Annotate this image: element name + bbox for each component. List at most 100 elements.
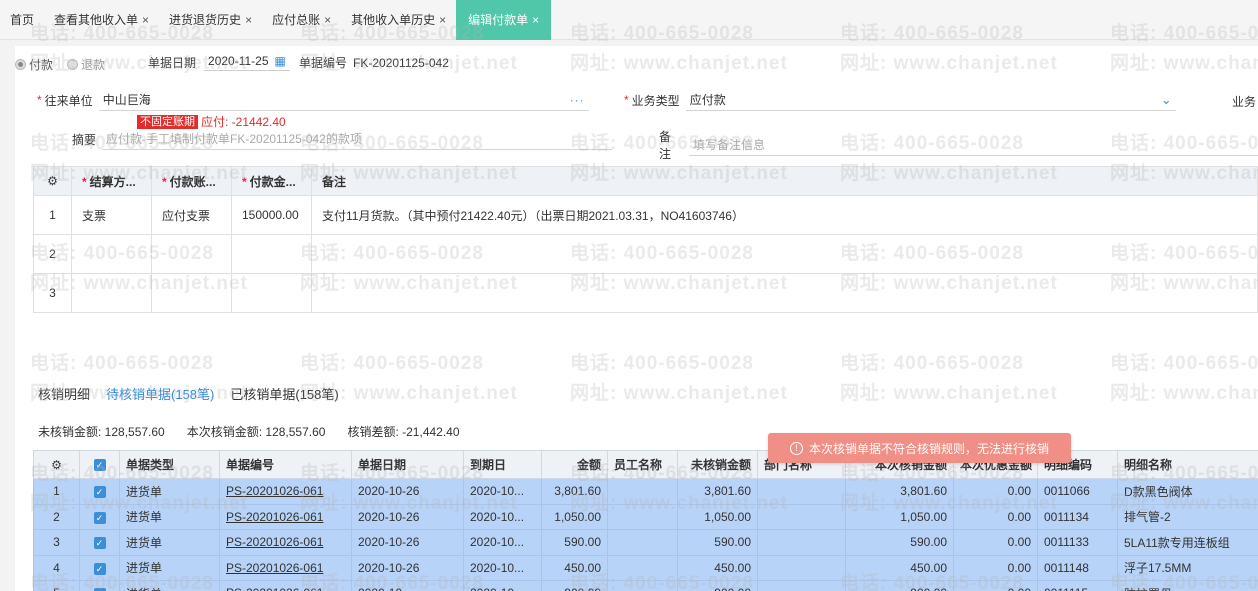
cell-dname: 排气管-2 [1117,503,1258,530]
tab-4[interactable]: 其他收入单历史 × [341,0,456,40]
pending-col-6[interactable]: 未核销金额 [677,450,758,479]
row-number: 2 [33,503,80,530]
tab-0[interactable]: 首页 [0,0,44,40]
row-checkbox[interactable]: ✓ [79,554,120,581]
row-number: 5 [33,580,80,591]
cell-amount: 590.00 [541,529,608,556]
verification-tabs: 核销明细 待核销单据(158笔) 已核销单据(158笔) [38,384,339,403]
pending-col-11[interactable]: 明细名称 [1117,450,1258,479]
remark-input[interactable]: 填写备注信息 [688,134,1258,156]
col-pay-amount[interactable]: * 付款金... [231,166,312,196]
cell-type: 进货单 [119,554,220,581]
row-checkbox[interactable]: ✓ [79,503,120,530]
doc-date-input[interactable]: 2020-11-25 ▦ [204,54,290,71]
close-icon[interactable]: × [245,0,252,40]
close-icon[interactable]: × [324,0,331,40]
biz-extra-label: 业务 [1232,95,1257,109]
cell-date: 2020-10-26 [351,529,464,556]
settlement-cell-account[interactable] [151,273,232,313]
cell-code[interactable]: PS-20201026-061 [219,529,352,556]
table-row[interactable]: 1 ✓ 进货单 PS-20201026-061 2020-10-26 2020-10...… [33,478,1258,505]
remark-placeholder: 填写备注信息 [692,138,765,152]
settlement-cell-amount[interactable] [231,234,312,274]
cell-date: 2020-10-26 [351,503,464,530]
settlement-row[interactable]: 1 支票 应付支票 150000.00 支付11月货款。（其中预付21422.40元）（… [33,195,1258,235]
close-icon[interactable]: × [439,0,446,40]
required-mark: * [37,93,42,107]
cell-dept [757,503,846,530]
summary-value: 应付款-手工填制付款单FK-20201125-042的款项 [106,132,362,146]
biz-type-select[interactable]: 应付款 ⌄ [685,89,1176,111]
select-all-checkbox[interactable]: ✓ [79,450,120,479]
settlement-cell-note[interactable]: 支付11月货款。（其中预付21422.40元）（出票日期2021.03.31，N… [311,195,1258,235]
tab-3[interactable]: 应付总账 × [262,0,341,40]
settlement-row[interactable]: 3 [33,273,1258,313]
cell-code[interactable]: PS-20201026-061 [219,478,352,505]
pending-col-4[interactable]: 金额 [541,450,608,479]
cell-dname: 5LA11款专用连板组 [1117,529,1258,556]
col-note[interactable]: 备注 [311,166,1258,196]
biz-type-value: 应付款 [689,93,726,107]
more-icon[interactable]: ··· [570,93,585,107]
row-checkbox[interactable]: ✓ [79,478,120,505]
settlement-grid-header: ⚙ * 结算方... * 付款账... * 付款金... 备注 [33,166,1258,196]
cell-due: 2020-10... [463,529,542,556]
table-row[interactable]: 5✓进货单PS-20201026-0612020-10...2020-10...… [33,580,1258,591]
pending-col-5[interactable]: 员工名称 [607,450,678,479]
checkbox-checked-icon: ✓ [93,459,106,472]
settlement-cell-account[interactable]: 应付支票 [151,195,232,235]
pending-col-2[interactable]: 单据日期 [351,450,464,479]
cell-code[interactable]: PS-20201026-061 [219,580,352,591]
partner-input[interactable]: 中山巨海 ··· [98,89,589,111]
cell-unv: 900.00 [677,580,758,591]
table-row[interactable]: 4 ✓ 进货单 PS-20201026-061 2020-10-26 2020-10...… [33,554,1258,581]
cell-unv: 3,801.60 [677,478,758,505]
settlement-cell-note[interactable] [311,273,1258,313]
subtab-2[interactable]: 已核销单据(158笔) [230,384,338,403]
pending-col-0[interactable]: 单据类型 [119,450,220,479]
cell-amount: 3,801.60 [541,478,608,505]
row-checkbox[interactable]: ✓ [79,580,120,591]
col-settle-method[interactable]: * 结算方... [71,166,152,196]
tab-label: 首页 [10,13,35,27]
settlement-cell-amount[interactable] [231,273,312,313]
cell-date: 2020-10-26 [351,478,464,505]
summary-input[interactable]: 应付款-手工填制付款单FK-20201125-042的款项 [102,128,613,150]
tab-5[interactable]: 编辑付款单 × [456,0,552,40]
settlement-cell-method[interactable]: 支票 [71,195,152,235]
row-checkbox[interactable]: ✓ [79,529,120,556]
chevron-down-icon[interactable]: ⌄ [1161,92,1172,108]
pay-radio[interactable]: 付款 [15,56,53,73]
column-settings-icon[interactable]: ⚙ [33,166,72,196]
calendar-icon[interactable]: ▦ [275,54,286,68]
cell-dcode: 0011066 [1037,478,1118,505]
settlement-cell-no: 1 [33,195,72,235]
pending-col-1[interactable]: 单据编号 [219,450,352,479]
cell-unv: 1,050.00 [677,503,758,530]
settlement-cell-method[interactable] [71,273,152,313]
cell-date: 2020-10... [351,580,464,591]
tab-1[interactable]: 查看其他收入单 × [44,0,159,40]
subtab-1[interactable]: 待核销单据(158笔) [106,384,214,403]
settlement-row[interactable]: 2 [33,234,1258,274]
cell-code[interactable]: PS-20201026-061 [219,503,352,530]
close-icon[interactable]: × [142,0,149,40]
error-toast-text: 本次核销单据不符合核销规则，无法进行核销 [808,441,1049,456]
subtab-0[interactable]: 核销明细 [38,384,90,403]
settlement-cell-account[interactable] [151,234,232,274]
cell-cur: 1,050.00 [845,503,954,530]
refund-radio[interactable]: 退款 [67,56,105,73]
table-row[interactable]: 2 ✓ 进货单 PS-20201026-061 2020-10-26 2020-10...… [33,503,1258,530]
close-icon[interactable]: × [532,0,539,40]
table-row[interactable]: 3 ✓ 进货单 PS-20201026-061 2020-10-26 2020-10...… [33,529,1258,556]
cell-cur: 3,801.60 [845,478,954,505]
tab-label: 其他收入单历史 [351,13,436,27]
column-settings-icon[interactable]: ⚙ [33,450,80,479]
settlement-cell-amount[interactable]: 150000.00 [231,195,312,235]
settlement-cell-method[interactable] [71,234,152,274]
col-pay-account[interactable]: * 付款账... [151,166,232,196]
pending-col-3[interactable]: 到期日 [463,450,542,479]
cell-code[interactable]: PS-20201026-061 [219,554,352,581]
settlement-cell-note[interactable] [311,234,1258,274]
tab-2[interactable]: 进货退货历史 × [159,0,262,40]
